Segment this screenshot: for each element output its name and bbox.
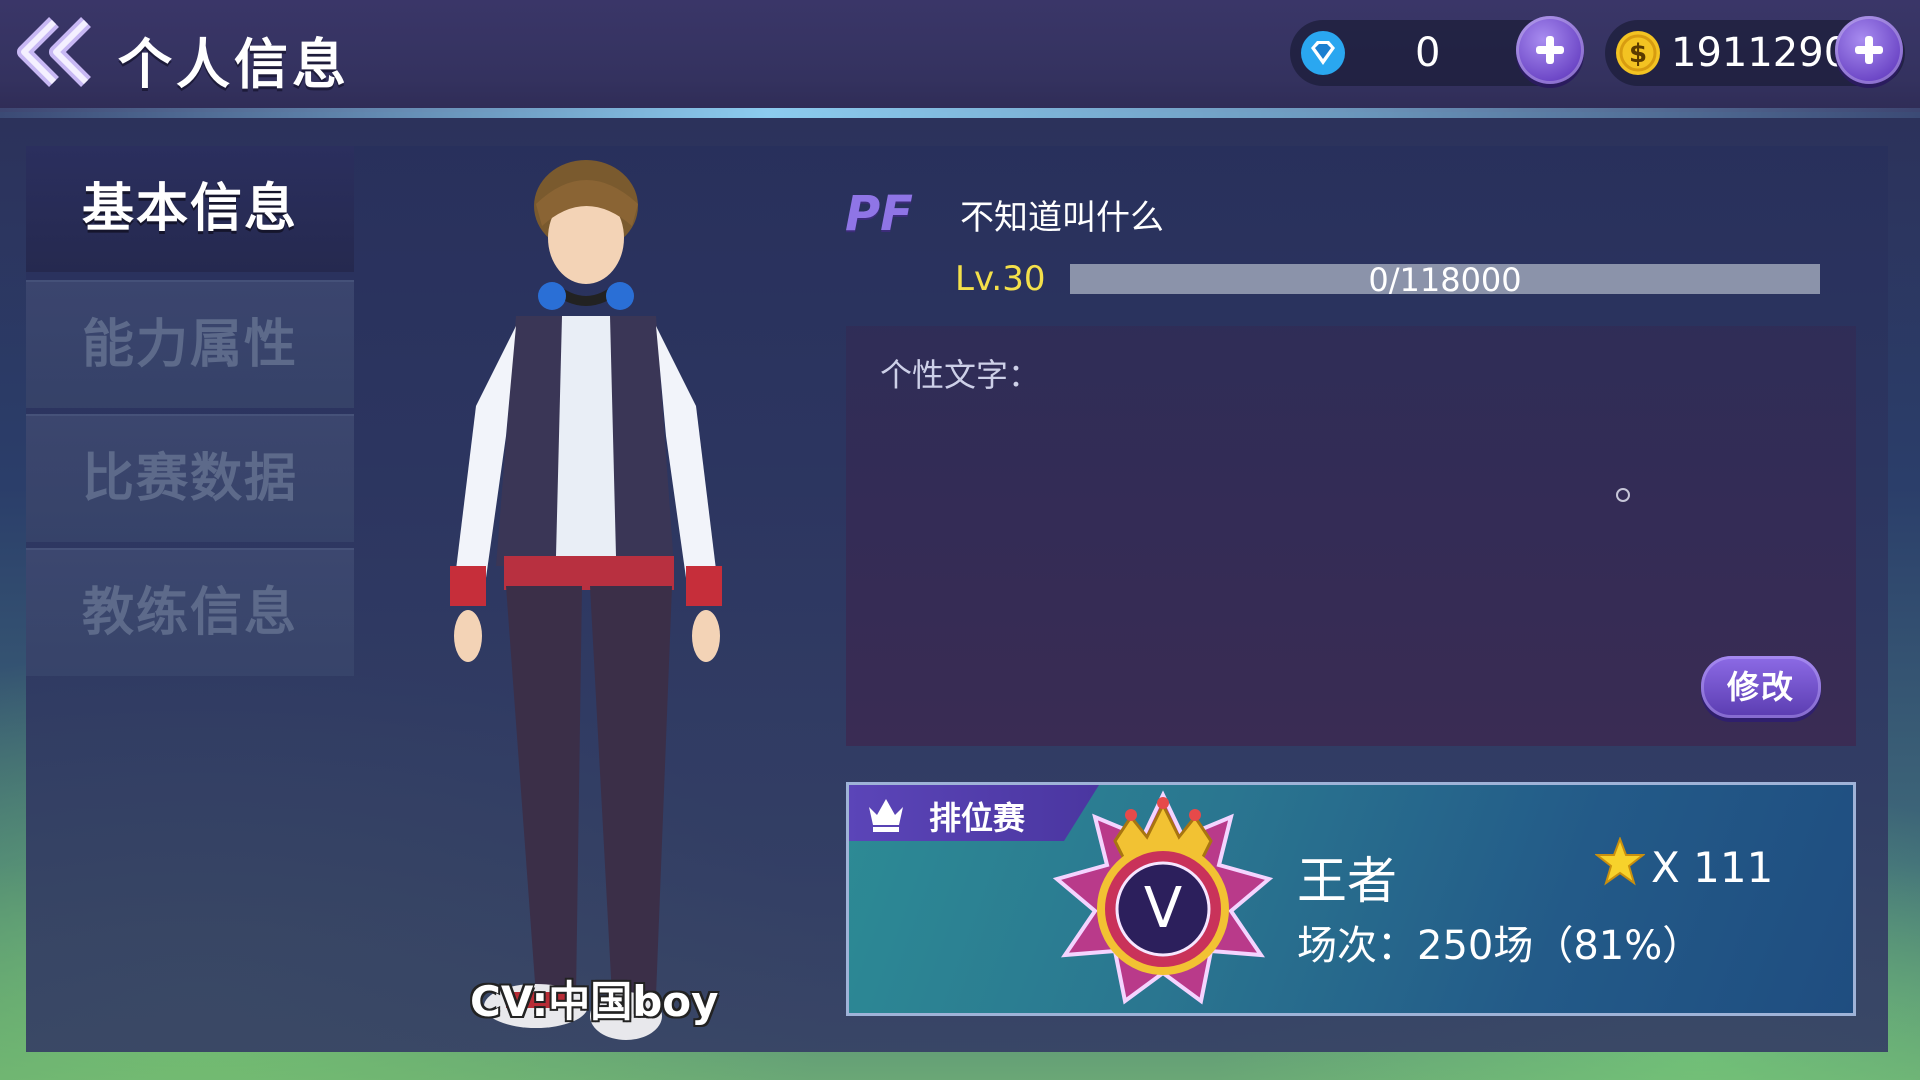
gold-coin-icon: $ (1616, 31, 1660, 75)
gold-value: 1911290 (1671, 30, 1850, 76)
match-stats: 场次：250场（81%） (1297, 923, 1703, 969)
experience-text: 0/118000 (1368, 261, 1522, 299)
position-badge: PF (845, 186, 913, 242)
gold-currency: $ 1911290 (1605, 16, 1905, 86)
experience-bar: 0/118000 (1070, 261, 1820, 299)
diamond-icon (1301, 31, 1345, 75)
crown-icon (869, 799, 903, 832)
edit-signature-button[interactable]: 修改 (1701, 656, 1821, 718)
star-icon (1595, 837, 1645, 886)
king-rank-emblem-icon: V (1052, 790, 1274, 1005)
star-count: X 111 (1651, 843, 1774, 892)
tab-match-data[interactable]: 比赛数据 (26, 414, 354, 542)
signature-box: 个性文字： 修改 (846, 326, 1856, 746)
add-gold-button[interactable] (1835, 16, 1903, 84)
gem-currency: 0 (1290, 16, 1584, 86)
level-label: Lv.30 (955, 259, 1046, 299)
top-bar-divider (0, 108, 1920, 118)
player-character (450, 160, 722, 1040)
cursor-dot (1616, 488, 1630, 502)
top-bar: 个人信息 0 $ 1911290 (0, 0, 1920, 112)
page-title: 个人信息 (118, 33, 350, 96)
ranked-tag-label: 排位赛 (929, 799, 1026, 837)
player-name: 不知道叫什么 (960, 198, 1164, 238)
signature-label: 个性文字： (880, 356, 1041, 394)
svg-text:$: $ (1629, 39, 1647, 69)
tab-ability-attributes[interactable]: 能力属性 (26, 280, 354, 408)
character-model (356, 146, 826, 1052)
back-button[interactable] (14, 14, 94, 90)
rank-tier-name: 王者 (1297, 852, 1397, 910)
double-chevron-left-icon (17, 17, 91, 87)
ranked-card[interactable]: 排位赛 V 王者 X 111 场次：250场（81%） (846, 782, 1856, 1016)
gem-value: 0 (1415, 30, 1441, 76)
tab-coach-info[interactable]: 教练信息 (26, 548, 354, 676)
voice-actor-label: CV:中国boy (470, 977, 719, 1026)
tier-letter: V (1144, 876, 1182, 941)
add-gems-button[interactable] (1516, 16, 1584, 84)
tab-basic-info[interactable]: 基本信息 (26, 146, 354, 272)
